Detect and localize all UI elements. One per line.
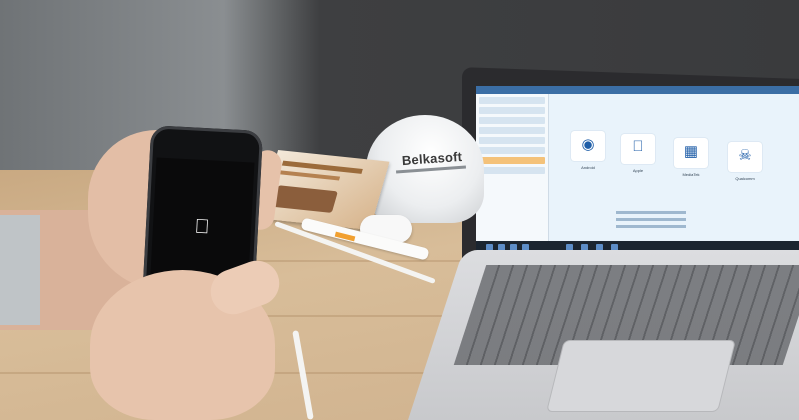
option-row xyxy=(616,225,686,228)
option-row xyxy=(616,218,686,221)
laptop-touchpad xyxy=(546,340,736,412)
pane-row xyxy=(479,167,545,174)
android-icon: ◉ xyxy=(581,136,595,153)
pane-row xyxy=(479,97,545,104)
pane-row-selected xyxy=(479,157,545,164)
sleeve xyxy=(0,215,40,325)
apple-icon:  xyxy=(621,138,655,155)
tile-qualcomm: ☠ xyxy=(728,142,762,172)
pane-row xyxy=(479,127,545,134)
chip-icon: ▦ xyxy=(683,143,699,160)
tile-android: ◉ xyxy=(571,131,605,161)
tile-apple:  xyxy=(621,134,655,164)
app-titlebar xyxy=(476,86,799,94)
tile-label: MediaTek xyxy=(682,172,700,177)
tile-label: Apple xyxy=(632,168,644,173)
photo-scene: ◉ Android  Apple ▦ MediaTek ☠ Qualcomm xyxy=(0,0,799,420)
tile-label: Android xyxy=(581,165,595,170)
brochure-heading xyxy=(279,170,341,181)
app-left-pane xyxy=(476,94,549,249)
pane-row xyxy=(479,117,545,124)
pane-row xyxy=(479,107,545,114)
connector-icon: ☠ xyxy=(738,147,752,164)
option-row xyxy=(616,211,686,214)
pane-row xyxy=(479,137,545,144)
laptop-screen: ◉ Android  Apple ▦ MediaTek ☠ Qualcomm xyxy=(476,86,799,271)
tile-label: Qualcomm xyxy=(735,176,755,181)
tile-mediatek: ▦ xyxy=(674,138,708,168)
brochure-picture xyxy=(272,185,338,213)
apple-logo-icon:  xyxy=(189,214,214,239)
pane-row xyxy=(479,147,545,154)
